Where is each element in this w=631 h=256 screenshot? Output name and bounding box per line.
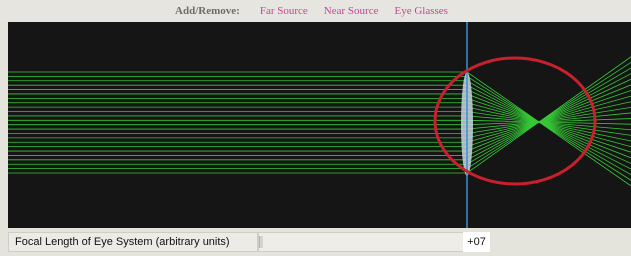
focal-length-slider[interactable]: [258, 232, 490, 252]
slider-handle[interactable]: [259, 236, 263, 248]
slider-spacer: [490, 232, 631, 252]
eye-glasses-link[interactable]: Eye Glasses: [394, 5, 447, 17]
focal-length-label: Focal Length of Eye System (arbitrary un…: [8, 232, 258, 252]
slider-bar: Focal Length of Eye System (arbitrary un…: [0, 228, 631, 256]
ray-diagram: [8, 22, 631, 228]
far-source-link[interactable]: Far Source: [260, 5, 308, 17]
toolbar: Add/Remove: Far Source Near Source Eye G…: [0, 0, 631, 22]
optics-simulation: [8, 22, 631, 228]
add-remove-label: Add/Remove:: [175, 5, 240, 17]
focal-length-value: +07: [463, 232, 490, 252]
near-source-link[interactable]: Near Source: [324, 5, 379, 17]
